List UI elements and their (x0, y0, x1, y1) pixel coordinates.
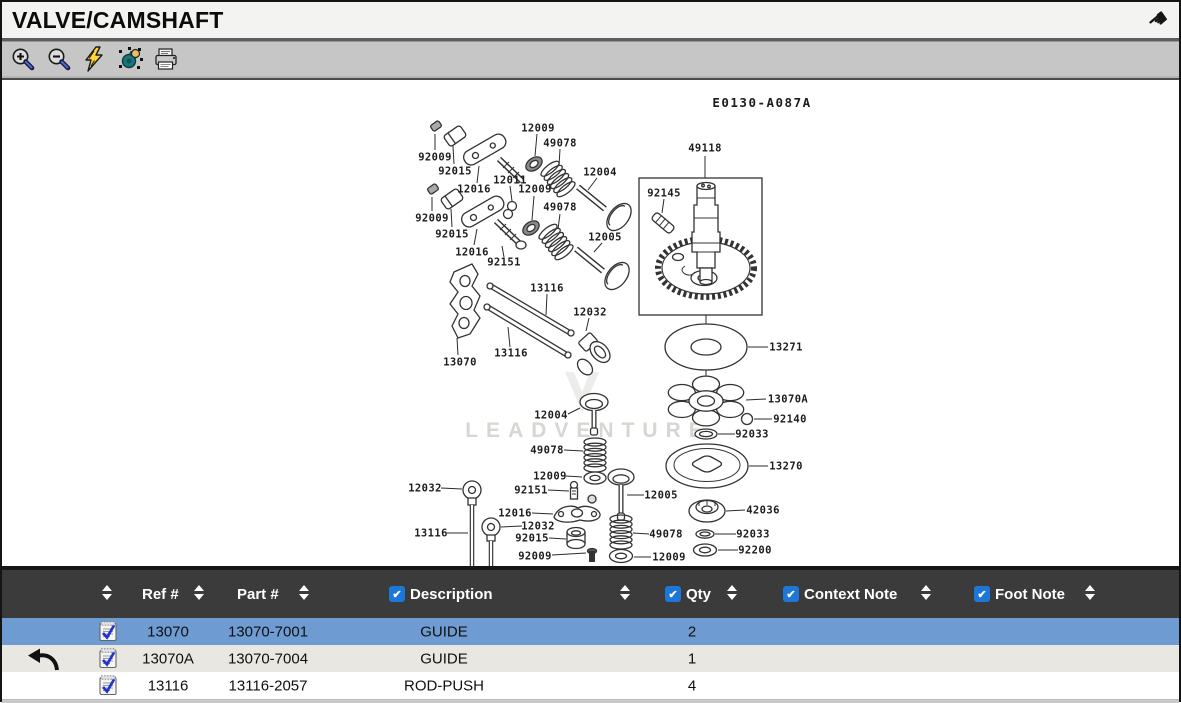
table-bottom-strip (2, 699, 1179, 703)
parts-catalog-window: VALVE/CAMSHAFT ☚ (0, 0, 1181, 702)
part-note-icon[interactable] (98, 674, 118, 700)
part-label-92140[interactable]: 92140 (773, 414, 807, 426)
part-label-92009[interactable]: 92009 (415, 213, 449, 225)
part-label-12032[interactable]: 12032 (521, 521, 555, 533)
column-label: Part # (237, 586, 279, 603)
sort-toggle[interactable] (194, 585, 204, 600)
print-button[interactable] (153, 46, 180, 73)
part-label-92145[interactable]: 92145 (647, 188, 681, 200)
column-label: Qty (686, 586, 711, 603)
parts-diagram[interactable]: LEADVENTURE (2, 80, 1179, 566)
part-label-92015[interactable]: 92015 (438, 166, 472, 178)
part-label-12009[interactable]: 12009 (652, 552, 686, 564)
column-label: Description (410, 586, 493, 603)
part-label-13271[interactable]: 13271 (769, 342, 803, 354)
column-header-ref-: Ref # (142, 570, 179, 618)
part-label-92033[interactable]: 92033 (735, 429, 769, 441)
column-header-foot-note: Foot Note (974, 570, 1065, 618)
part-label-49078[interactable]: 49078 (543, 138, 577, 150)
part-note-icon[interactable] (98, 620, 118, 646)
part-label-92009[interactable]: 92009 (418, 152, 452, 164)
sort-toggle[interactable] (1085, 585, 1095, 600)
hotspot-lightning-button[interactable] (81, 46, 108, 73)
part-label-12009[interactable]: 12009 (521, 123, 555, 135)
sort-toggle[interactable] (727, 585, 737, 600)
cell-description: GUIDE (420, 650, 468, 667)
column-label: Context Note (804, 586, 897, 603)
part-label-12005[interactable]: 12005 (588, 232, 622, 244)
part-label-92200[interactable]: 92200 (738, 545, 772, 557)
column-label: Ref # (142, 586, 179, 603)
part-label-12004[interactable]: 12004 (583, 167, 617, 179)
sort-toggle[interactable] (921, 585, 931, 600)
part-label-13270[interactable]: 13270 (769, 461, 803, 473)
part-label-42036[interactable]: 42036 (746, 505, 780, 517)
cell-part: 13070-7001 (228, 623, 308, 640)
column-header-qty: Qty (665, 570, 711, 618)
column-header-context-note: Context Note (783, 570, 897, 618)
page-title: VALVE/CAMSHAFT (12, 7, 224, 34)
column-header-description: Description (389, 570, 493, 618)
part-label-49078[interactable]: 49078 (530, 445, 564, 457)
parts-table: Ref # Part # Description Qty Context Note Foo… (2, 566, 1179, 703)
cell-ref: 13116 (148, 677, 189, 694)
cell-qty: 4 (688, 677, 696, 694)
part-label-12009[interactable]: 12009 (518, 184, 552, 196)
part-label-12016[interactable]: 12016 (457, 184, 491, 196)
cell-ref: 13070 (147, 623, 189, 640)
sort-toggle[interactable] (620, 585, 630, 600)
column-label: Foot Note (995, 586, 1065, 603)
column-header-part-: Part # (237, 570, 279, 618)
diagram-toolbar (2, 41, 1179, 80)
table-row[interactable]: 13116 13116-2057 ROD-PUSH 4 (2, 672, 1179, 699)
part-label-49078[interactable]: 49078 (649, 529, 683, 541)
part-label-12016[interactable]: 12016 (498, 508, 532, 520)
part-label-92015[interactable]: 92015 (515, 533, 549, 545)
cell-description: ROD-PUSH (404, 677, 484, 694)
column-checkbox[interactable] (389, 586, 405, 602)
cell-qty: 2 (688, 623, 696, 640)
title-bar: VALVE/CAMSHAFT ☚ (2, 2, 1179, 41)
part-note-icon[interactable] (98, 647, 118, 673)
part-label-92151[interactable]: 92151 (514, 485, 548, 497)
table-row[interactable]: 13070 13070-7001 GUIDE 2 (2, 618, 1179, 645)
part-label-12032[interactable]: 12032 (408, 483, 442, 495)
part-label-92151[interactable]: 92151 (487, 257, 521, 269)
part-label-92015[interactable]: 92015 (435, 229, 469, 241)
part-label-92033[interactable]: 92033 (736, 529, 770, 541)
assembly-parts-button[interactable] (117, 46, 144, 73)
part-label-13070[interactable]: 13070 (443, 357, 477, 369)
sort-toggle[interactable] (102, 585, 112, 600)
column-checkbox[interactable] (665, 586, 681, 602)
part-label-12032[interactable]: 12032 (573, 307, 607, 319)
part-label-92009[interactable]: 92009 (518, 551, 552, 563)
part-label-13116[interactable]: 13116 (494, 348, 528, 360)
cell-ref: 13070A (142, 650, 194, 667)
cell-description: GUIDE (420, 623, 468, 640)
column-checkbox[interactable] (974, 586, 990, 602)
table-row[interactable]: 13070A 13070-7004 GUIDE 1 (2, 645, 1179, 672)
cell-qty: 1 (688, 650, 696, 667)
part-label-13070A[interactable]: 13070A (768, 394, 809, 406)
sort-toggle[interactable] (299, 585, 309, 600)
cell-part: 13116-2057 (229, 677, 308, 694)
parts-diagram-svg[interactable]: LEADVENTURE (2, 80, 1181, 566)
part-label-49118[interactable]: 49118 (688, 143, 722, 155)
diagram-code: E0130-A087A (712, 95, 811, 110)
zoom-out-button[interactable] (45, 46, 72, 73)
part-label-12009[interactable]: 12009 (533, 471, 567, 483)
column-checkbox[interactable] (783, 586, 799, 602)
part-label-13116[interactable]: 13116 (530, 283, 564, 295)
parts-table-header: Ref # Part # Description Qty Context Note Foo… (2, 570, 1179, 618)
cell-part: 13070-7004 (228, 650, 308, 667)
pointing-hand-icon[interactable]: ☚ (1143, 5, 1174, 36)
part-label-12004[interactable]: 12004 (534, 410, 568, 422)
zoom-in-button[interactable] (9, 46, 36, 73)
part-label-49078[interactable]: 49078 (543, 202, 577, 214)
part-label-12005[interactable]: 12005 (644, 490, 678, 502)
part-label-13116[interactable]: 13116 (414, 528, 448, 540)
parts-table-body: 13070 13070-7001 GUIDE 2 13070A 13070-7004 GU… (2, 618, 1179, 699)
part-label-12016[interactable]: 12016 (455, 247, 489, 259)
